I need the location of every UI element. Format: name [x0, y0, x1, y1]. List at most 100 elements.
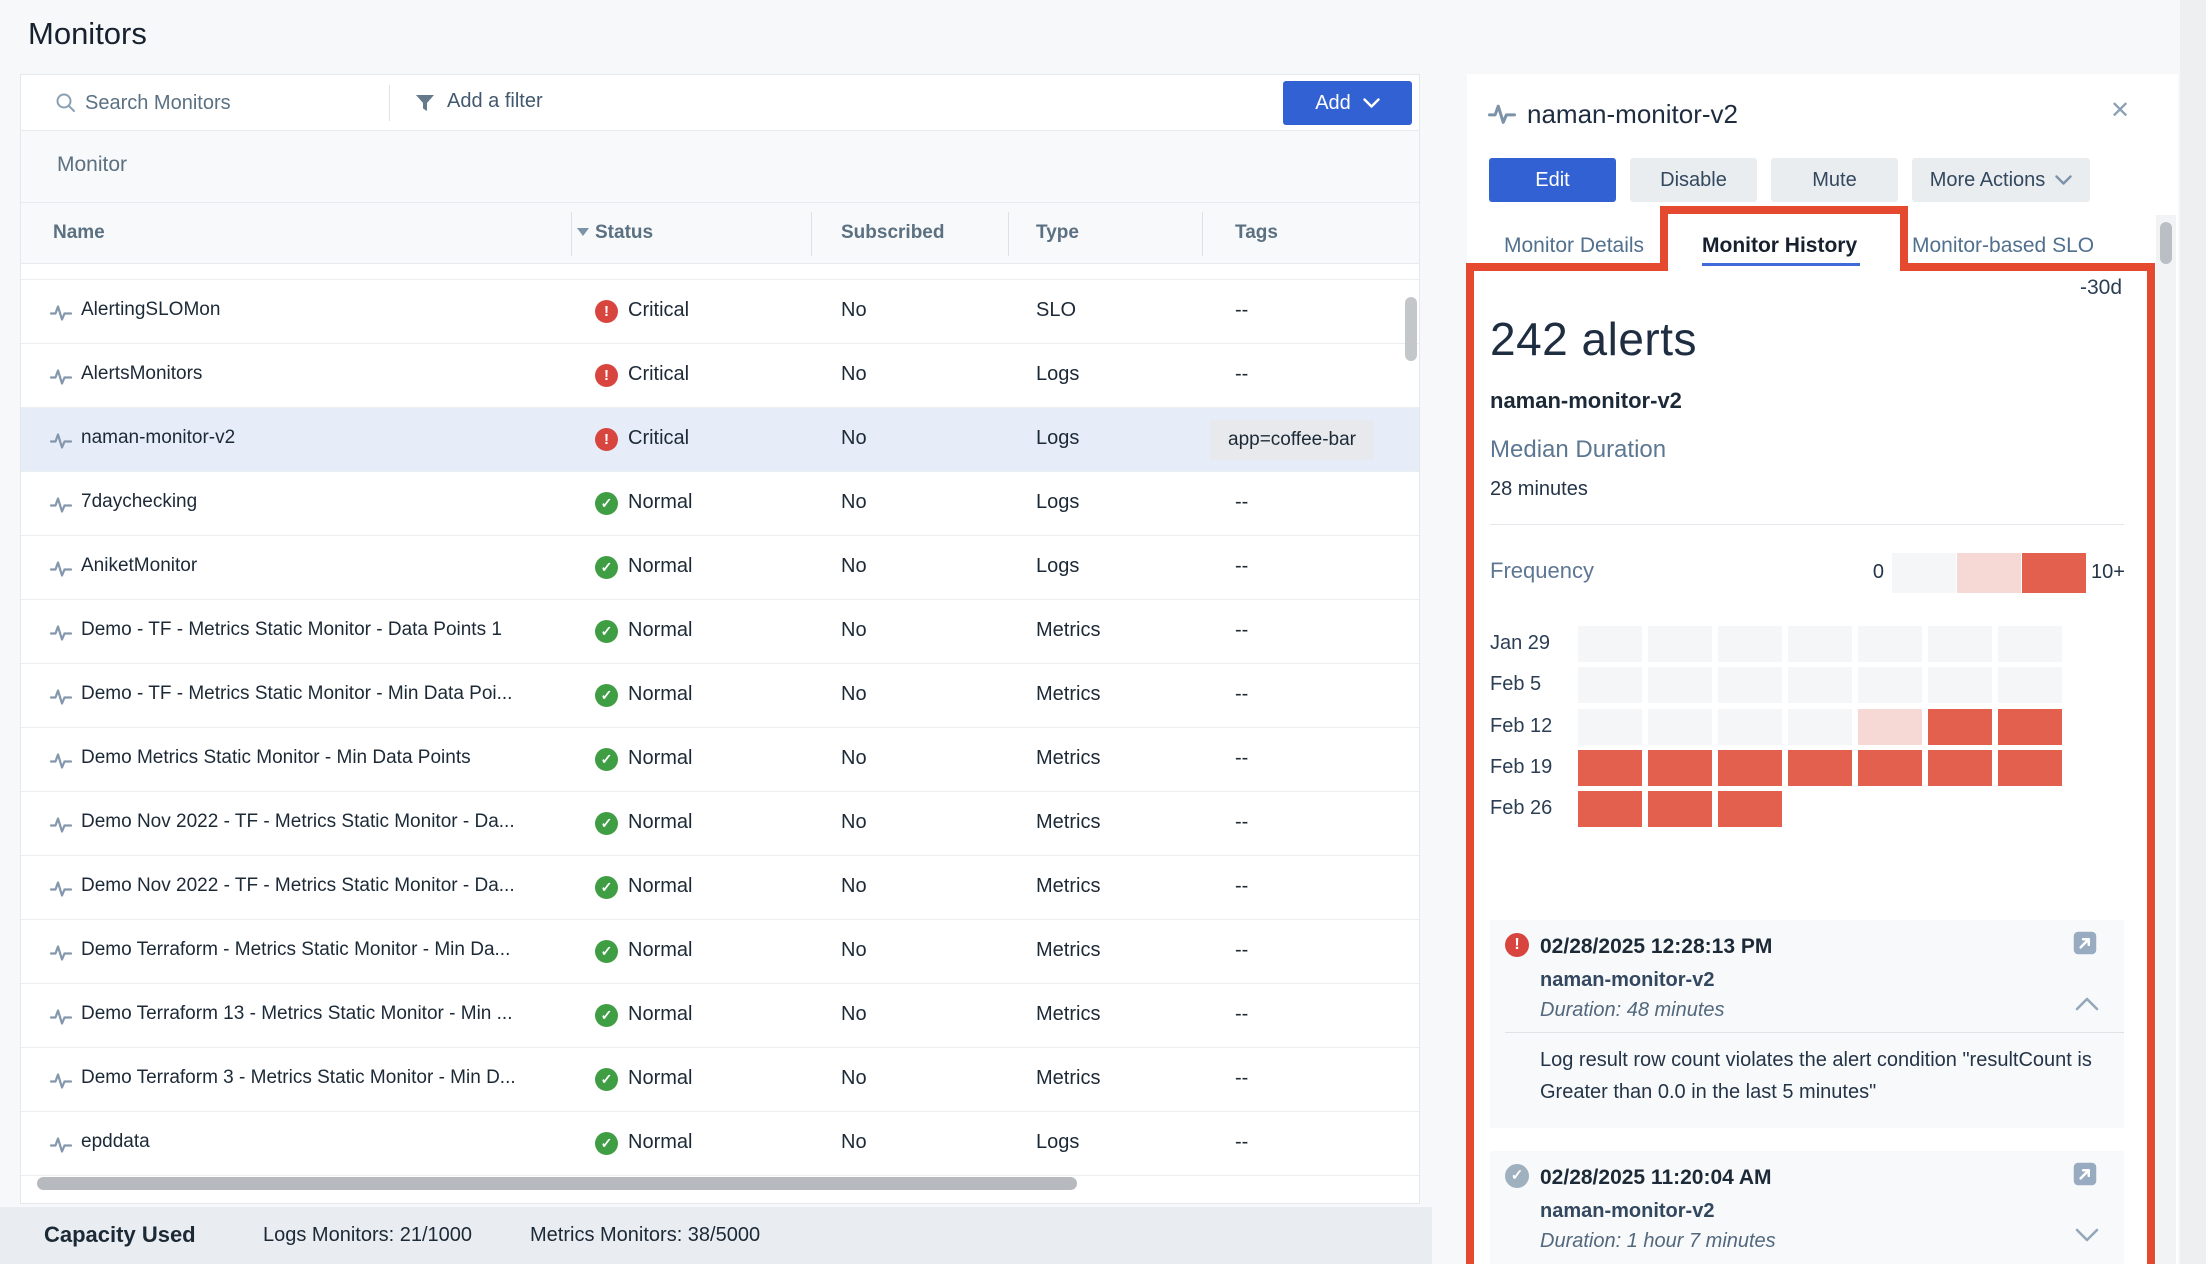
- alert-monitor-link[interactable]: naman-monitor-v2: [1540, 969, 1714, 992]
- tags-value: --: [1235, 811, 1248, 834]
- column-header-name[interactable]: Name: [53, 222, 105, 244]
- heatmap-cell: [1578, 791, 1642, 827]
- subscribed-value: No: [841, 555, 867, 578]
- column-divider: [571, 212, 572, 256]
- alert-monitor-link[interactable]: naman-monitor-v2: [1540, 1200, 1714, 1223]
- type-value: Logs: [1036, 1131, 1079, 1154]
- monitor-pulse-icon: [49, 556, 73, 580]
- table-row[interactable]: Demo Terraform 13 - Metrics Static Monit…: [21, 984, 1419, 1048]
- open-in-new-icon[interactable]: [2070, 1159, 2100, 1189]
- search-input[interactable]: [85, 83, 365, 123]
- normal-status-icon: ✓: [595, 1004, 618, 1027]
- normal-status-icon: ✓: [595, 940, 618, 963]
- monitor-pulse-icon: [49, 620, 73, 644]
- disable-button[interactable]: Disable: [1630, 158, 1757, 202]
- toolbar-divider: [389, 85, 390, 121]
- table-row[interactable]: AlertsMonitors!CriticalNoLogs--: [21, 344, 1419, 408]
- tab-monitor-details[interactable]: Monitor Details: [1504, 234, 1644, 258]
- mute-button[interactable]: Mute: [1771, 158, 1898, 202]
- button-label: More Actions: [1930, 169, 2046, 192]
- table-row[interactable]: 7daychecking✓NormalNoLogs--: [21, 472, 1419, 536]
- column-header-subscribed[interactable]: Subscribed: [841, 222, 944, 244]
- more-actions-button[interactable]: More Actions: [1912, 158, 2090, 202]
- monitor-name: AlertingSLOMon: [81, 299, 220, 321]
- table-row[interactable]: Demo Nov 2022 - TF - Metrics Static Moni…: [21, 792, 1419, 856]
- table-vertical-scrollbar[interactable]: [1405, 297, 1417, 361]
- tab-monitor-based-slo[interactable]: Monitor-based SLO: [1912, 234, 2094, 258]
- add-filter-button[interactable]: Add a filter: [447, 90, 543, 113]
- capacity-used-label: Capacity Used: [44, 1222, 196, 1248]
- annotation-tab-top: [1660, 206, 1908, 214]
- tags-value: --: [1235, 1003, 1248, 1026]
- monitor-name: Demo - TF - Metrics Static Monitor - Min…: [81, 683, 512, 705]
- tags-value: --: [1235, 747, 1248, 770]
- subscribed-value: No: [841, 1067, 867, 1090]
- tags-value: --: [1235, 299, 1248, 322]
- status-value: Normal: [628, 491, 692, 514]
- add-button[interactable]: Add: [1283, 81, 1412, 125]
- add-button-label: Add: [1315, 92, 1351, 115]
- page-title: Monitors: [28, 16, 147, 52]
- panel-scrollbar-track[interactable]: [2156, 215, 2176, 1264]
- type-value: SLO: [1036, 299, 1076, 322]
- subscribed-value: No: [841, 811, 867, 834]
- monitor-name: AlertsMonitors: [81, 363, 202, 385]
- open-in-new-icon[interactable]: [2070, 928, 2100, 958]
- table-row[interactable]: Demo Nov 2022 - TF - Metrics Static Moni…: [21, 856, 1419, 920]
- table-horizontal-scrollbar[interactable]: [37, 1177, 1077, 1190]
- tab-monitor-history[interactable]: Monitor History: [1702, 234, 1857, 258]
- table-group-header: Monitor: [21, 131, 1419, 203]
- heatmap-cell: [1858, 709, 1922, 745]
- heatmap-row-label: Feb 19: [1490, 756, 1552, 779]
- table-row[interactable]: Demo Metrics Static Monitor - Min Data P…: [21, 728, 1419, 792]
- column-header-type[interactable]: Type: [1036, 222, 1079, 244]
- time-range-badge: -30d: [2027, 276, 2122, 300]
- alert-duration: Duration: 48 minutes: [1540, 999, 1725, 1022]
- chevron-down-icon: [1363, 98, 1380, 109]
- status-value: Normal: [628, 811, 692, 834]
- monitor-pulse-icon: [49, 1004, 73, 1028]
- table-row[interactable]: Demo - TF - Metrics Static Monitor - Dat…: [21, 600, 1419, 664]
- heatmap-row-label: Feb 5: [1490, 673, 1541, 696]
- median-duration-value: 28 minutes: [1490, 478, 1588, 501]
- column-header-tags[interactable]: Tags: [1235, 222, 1278, 244]
- status-value: Normal: [628, 747, 692, 770]
- normal-status-icon: ✓: [595, 1132, 618, 1155]
- heatmap-cell: [1928, 750, 1992, 786]
- close-icon[interactable]: ✕: [2110, 96, 2130, 125]
- legend-max-label: 10+: [2091, 561, 2125, 584]
- panel-scrollbar-thumb[interactable]: [2160, 222, 2172, 264]
- metrics-monitors-count: Metrics Monitors: 38/5000: [530, 1224, 760, 1247]
- monitor-name: epddata: [81, 1131, 150, 1153]
- monitor-rows: AlertingSLOMon!CriticalNoSLO--AlertsMoni…: [21, 264, 1419, 1176]
- annotation-content-left: [1466, 263, 1474, 1264]
- heatmap-cell: [1998, 626, 2062, 662]
- table-row[interactable]: epddata✓NormalNoLogs--: [21, 1112, 1419, 1176]
- heatmap-cell: [1998, 750, 2062, 786]
- search-icon: [55, 92, 77, 114]
- sort-descending-icon[interactable]: [577, 228, 589, 236]
- table-row[interactable]: Demo Terraform 3 - Metrics Static Monito…: [21, 1048, 1419, 1112]
- column-divider: [1202, 212, 1203, 256]
- frequency-label: Frequency: [1490, 558, 1594, 584]
- table-row[interactable]: Demo - TF - Metrics Static Monitor - Min…: [21, 664, 1419, 728]
- table-row[interactable]: AniketMonitor✓NormalNoLogs--: [21, 536, 1419, 600]
- status-value: Normal: [628, 1003, 692, 1026]
- subscribed-value: No: [841, 619, 867, 642]
- table-row[interactable]: Demo Terraform - Metrics Static Monitor …: [21, 920, 1419, 984]
- monitor-pulse-icon: [1487, 98, 1517, 128]
- subscribed-value: No: [841, 1131, 867, 1154]
- critical-status-icon: !: [595, 300, 618, 323]
- table-row[interactable]: AlertingSLOMon!CriticalNoSLO--: [21, 280, 1419, 344]
- type-value: Metrics: [1036, 747, 1100, 770]
- table-row[interactable]: naman-monitor-v2!CriticalNoLogsapp=coffe…: [21, 408, 1419, 472]
- monitor-name: naman-monitor-v2: [81, 427, 235, 449]
- chevron-up-icon[interactable]: [2074, 996, 2100, 1012]
- edit-button[interactable]: Edit: [1489, 158, 1616, 202]
- subscribed-value: No: [841, 363, 867, 386]
- chevron-down-icon[interactable]: [2074, 1227, 2100, 1243]
- type-value: Logs: [1036, 427, 1079, 450]
- column-header-status[interactable]: Status: [595, 222, 653, 244]
- subscribed-value: No: [841, 747, 867, 770]
- monitor-pulse-icon: [49, 364, 73, 388]
